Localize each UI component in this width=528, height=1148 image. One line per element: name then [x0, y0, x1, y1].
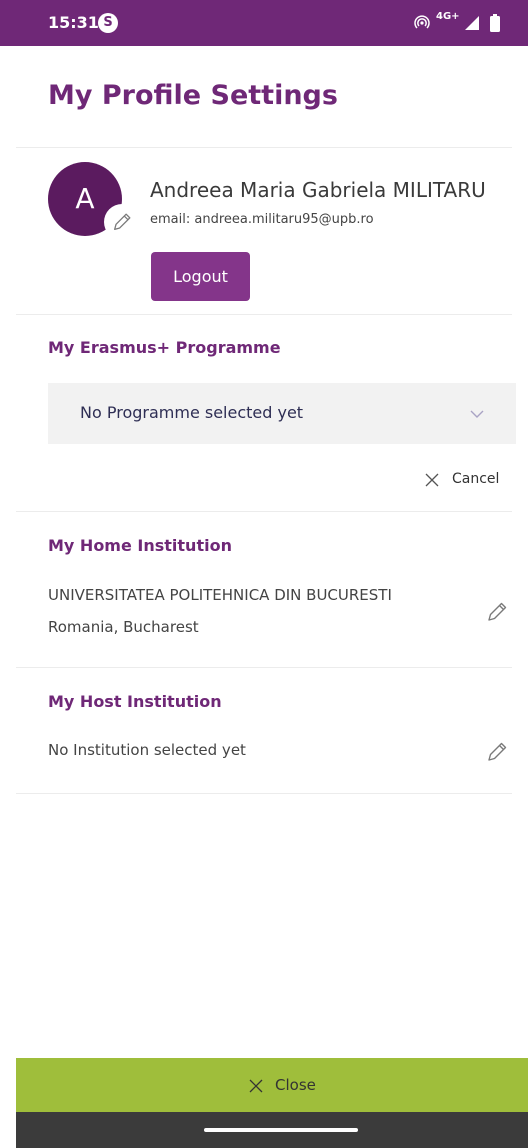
- divider: [16, 667, 512, 668]
- profile-email: email: andreea.militaru95@upb.ro: [150, 212, 374, 227]
- page-title: My Profile Settings: [48, 80, 338, 111]
- close-bar: Close: [16, 1058, 528, 1112]
- status-bar: 15:31 S 4G+: [0, 0, 528, 46]
- pencil-icon: [114, 213, 131, 230]
- system-nav-bar: [16, 1112, 528, 1148]
- programme-heading: My Erasmus+ Programme: [48, 338, 281, 357]
- pencil-icon: [488, 602, 507, 621]
- pencil-icon: [488, 742, 507, 761]
- chevron-down-icon: [468, 405, 486, 427]
- divider: [16, 147, 512, 148]
- signal-icon: [464, 15, 480, 35]
- close-icon: [249, 1079, 263, 1093]
- home-institution-heading: My Home Institution: [48, 536, 232, 555]
- divider: [16, 793, 512, 794]
- app-notification-icon: S: [98, 13, 118, 33]
- home-gesture-handle[interactable]: [204, 1128, 358, 1132]
- host-institution-heading: My Host Institution: [48, 692, 222, 711]
- logout-button[interactable]: Logout: [151, 252, 250, 301]
- cancel-label: Cancel: [452, 471, 500, 487]
- battery-icon: [490, 14, 500, 36]
- home-institution-location: Romania, Bucharest: [48, 618, 199, 636]
- edit-home-institution-button[interactable]: [482, 597, 512, 627]
- close-label: Close: [275, 1076, 316, 1094]
- edit-host-institution-button[interactable]: [482, 737, 512, 767]
- network-type-label: 4G+: [436, 11, 460, 22]
- profile-name: Andreea Maria Gabriela MILITARU: [150, 178, 486, 202]
- divider: [16, 314, 512, 315]
- close-icon: [425, 473, 439, 487]
- programme-select[interactable]: No Programme selected yet: [48, 383, 516, 444]
- hotspot-icon: [414, 14, 430, 34]
- programme-select-value: No Programme selected yet: [80, 403, 304, 422]
- host-institution-value: No Institution selected yet: [48, 741, 246, 759]
- home-institution-name: UNIVERSITATEA POLITEHNICA DIN BUCURESTI: [48, 586, 392, 604]
- divider: [16, 511, 512, 512]
- status-time: 15:31: [48, 13, 99, 32]
- edit-avatar-button[interactable]: [104, 204, 140, 240]
